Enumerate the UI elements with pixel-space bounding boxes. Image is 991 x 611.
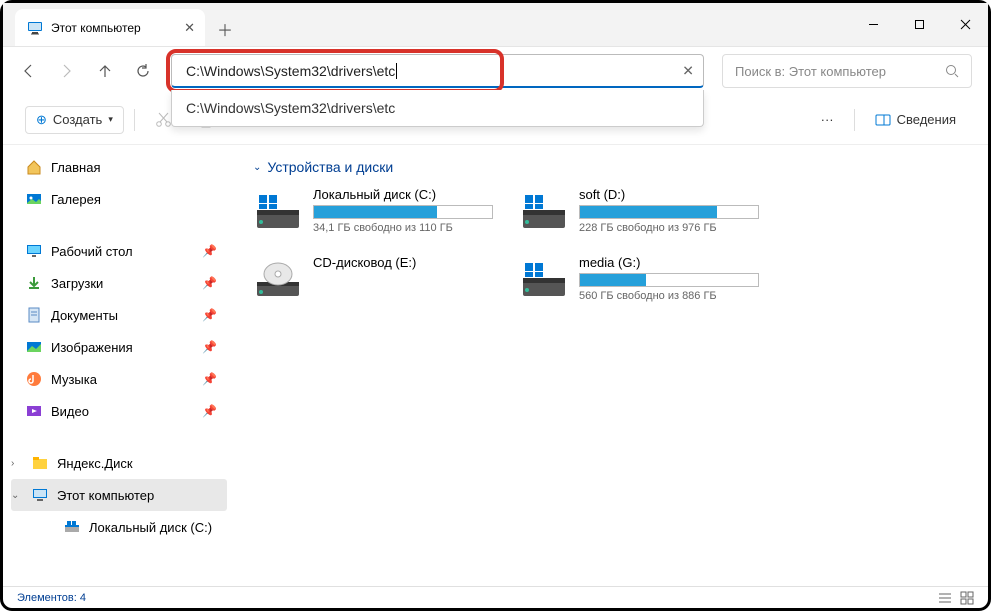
yadisk-icon (31, 454, 49, 472)
details-icon (875, 112, 891, 128)
drive-item[interactable]: media (G:) 560 ГБ свободно из 886 ГБ (519, 255, 759, 305)
search-box[interactable]: Поиск в: Этот компьютер (722, 54, 972, 88)
drive-progress (579, 273, 759, 287)
minimize-button[interactable] (850, 3, 896, 46)
newtab-button[interactable]: ＋ (205, 11, 245, 46)
forward-button[interactable] (57, 61, 77, 81)
drive-item[interactable]: soft (D:) 228 ГБ свободно из 976 ГБ (519, 187, 759, 237)
drive-icon (253, 255, 303, 305)
refresh-button[interactable] (133, 61, 153, 81)
tab-close-icon[interactable]: ✕ (184, 20, 195, 36)
sidebar-item-pictures[interactable]: Изображения📌 (11, 331, 227, 363)
drive-name: soft (D:) (579, 187, 759, 202)
sidebar-item-music[interactable]: Музыка📌 (11, 363, 227, 395)
pin-icon: 📌 (202, 276, 217, 290)
pin-icon: 📌 (202, 244, 217, 258)
sidebar: Главная Галерея Рабочий стол📌 Загрузки📌 … (3, 145, 235, 586)
tab-title: Этот компьютер (51, 21, 141, 35)
sidebar-item-documents[interactable]: Документы📌 (11, 299, 227, 331)
drive-name: Локальный диск (C:) (313, 187, 493, 202)
desktop-icon (25, 242, 43, 260)
chevron-down-icon: ⌄ (253, 162, 261, 173)
address-text: C:\Windows\System32\drivers\etc (186, 63, 395, 79)
titlebar: Этот компьютер ✕ ＋ (3, 3, 988, 47)
drive-progress (313, 205, 493, 219)
address-clear-icon[interactable]: ✕ (682, 63, 694, 80)
search-icon (945, 64, 959, 78)
downloads-icon (25, 274, 43, 292)
documents-icon (25, 306, 43, 324)
create-button[interactable]: ⊕ Создать ▾ (25, 106, 124, 134)
drive-free-text: 228 ГБ свободно из 976 ГБ (579, 222, 759, 234)
address-suggestion: C:\Windows\System32\drivers\etc (186, 100, 395, 116)
content: ⌄ Устройства и диски Локальный диск (C:)… (235, 145, 988, 586)
drive-progress (579, 205, 759, 219)
drive-free-text: 560 ГБ свободно из 886 ГБ (579, 290, 759, 302)
sidebar-item-thispc[interactable]: ⌄Этот компьютер (11, 479, 227, 511)
pc-icon (27, 20, 43, 36)
sidebar-item-desktop[interactable]: Рабочий стол📌 (11, 235, 227, 267)
drive-name: media (G:) (579, 255, 759, 270)
statusbar: Элементов: 4 (3, 586, 988, 608)
grid-view-icon[interactable] (960, 591, 974, 605)
plus-icon: ⊕ (36, 112, 47, 128)
home-icon (25, 158, 43, 176)
sidebar-item-yadisk[interactable]: ›Яндекс.Диск (11, 447, 227, 479)
chevron-right-icon: › (11, 458, 23, 469)
details-button[interactable]: Сведения (865, 107, 966, 133)
chevron-down-icon: ⌄ (11, 490, 23, 501)
close-button[interactable] (942, 3, 988, 46)
music-icon (25, 370, 43, 388)
drive-icon (63, 518, 81, 536)
videos-icon (25, 402, 43, 420)
tab-thispc[interactable]: Этот компьютер ✕ (15, 9, 205, 46)
pictures-icon (25, 338, 43, 356)
drive-icon (253, 187, 303, 237)
sidebar-item-localc[interactable]: Локальный диск (C:) (11, 511, 227, 543)
up-button[interactable] (95, 61, 115, 81)
drive-item[interactable]: CD-дисковод (E:) (253, 255, 493, 305)
pin-icon: 📌 (202, 404, 217, 418)
drives-container: Локальный диск (C:) 34,1 ГБ свободно из … (253, 187, 970, 305)
chevron-down-icon: ▾ (108, 114, 113, 125)
navbar: C:\Windows\System32\drivers\etc ✕ C:\Win… (3, 47, 988, 95)
pin-icon: 📌 (202, 372, 217, 386)
address-dropdown[interactable]: C:\Windows\System32\drivers\etc (171, 90, 704, 127)
pin-icon: 📌 (202, 340, 217, 354)
drive-icon (519, 187, 569, 237)
status-count: Элементов: 4 (17, 592, 86, 604)
address-bar[interactable]: C:\Windows\System32\drivers\etc (171, 54, 704, 88)
more-button[interactable]: ··· (811, 107, 844, 132)
list-view-icon[interactable] (938, 591, 952, 605)
pin-icon: 📌 (202, 308, 217, 322)
sidebar-item-downloads[interactable]: Загрузки📌 (11, 267, 227, 299)
drive-item[interactable]: Локальный диск (C:) 34,1 ГБ свободно из … (253, 187, 493, 237)
sidebar-item-videos[interactable]: Видео📌 (11, 395, 227, 427)
drive-free-text: 34,1 ГБ свободно из 110 ГБ (313, 222, 493, 234)
window-controls (850, 3, 988, 46)
drive-icon (519, 255, 569, 305)
maximize-button[interactable] (896, 3, 942, 46)
section-header[interactable]: ⌄ Устройства и диски (253, 159, 970, 175)
sidebar-item-gallery[interactable]: Галерея (11, 183, 227, 215)
drive-name: CD-дисковод (E:) (313, 255, 493, 270)
main: Главная Галерея Рабочий стол📌 Загрузки📌 … (3, 145, 988, 586)
back-button[interactable] (19, 61, 39, 81)
pc-icon (31, 486, 49, 504)
search-placeholder: Поиск в: Этот компьютер (735, 64, 886, 79)
sidebar-item-home[interactable]: Главная (11, 151, 227, 183)
gallery-icon (25, 190, 43, 208)
